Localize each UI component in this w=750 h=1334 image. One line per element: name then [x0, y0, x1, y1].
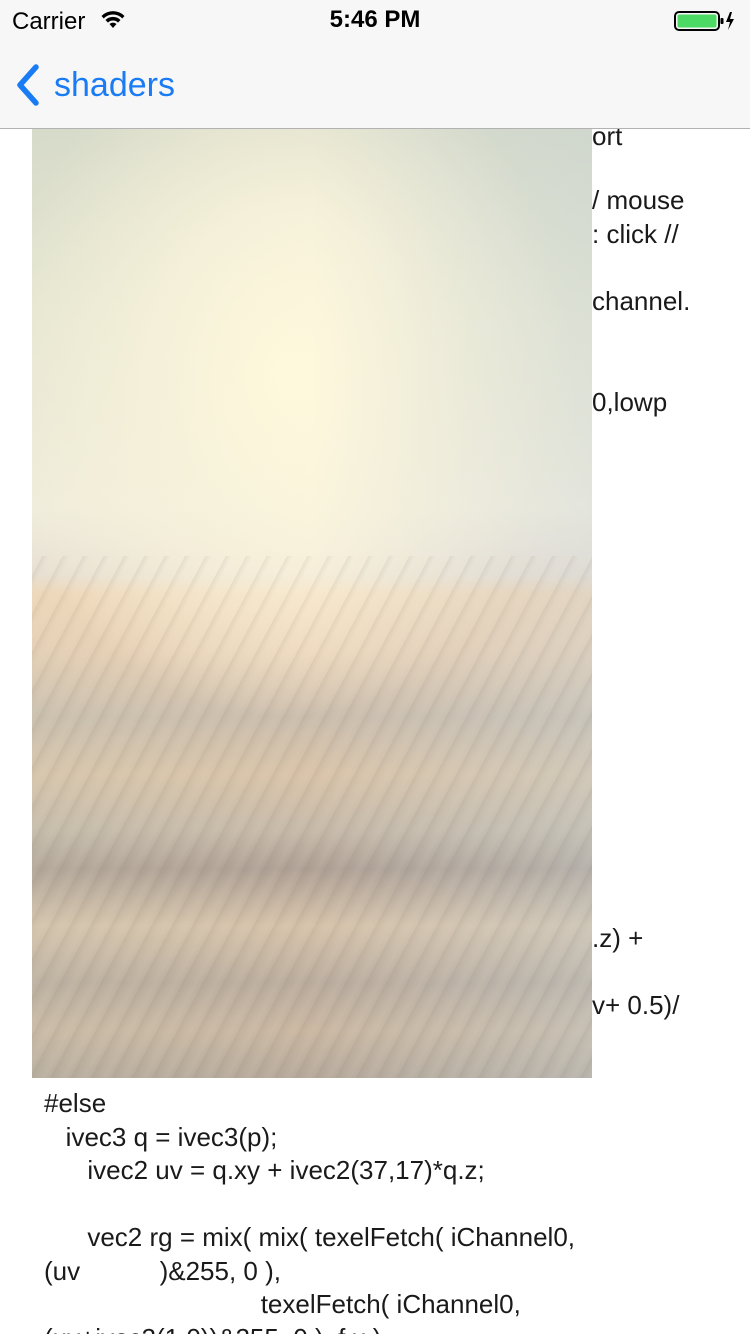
- code-fragment: 0,lowp: [592, 387, 668, 417]
- code-line: (uv+ivec2(1,0))&255, 0 ), f.x ),: [44, 1322, 389, 1334]
- screen: Carrier 5:46 PM shaders ort / mouse : cl…: [0, 0, 750, 1334]
- back-button-label: shaders: [54, 65, 175, 104]
- code-fragment: ort: [592, 128, 623, 151]
- code-line: texelFetch( iChannel0,: [44, 1289, 521, 1319]
- code-line: ivec3 q = ivec3(p);: [44, 1122, 278, 1152]
- chevron-left-icon: [17, 64, 39, 106]
- code-fragment: : click //: [592, 219, 679, 249]
- shader-preview[interactable]: [32, 128, 592, 1078]
- code-fragment: channel.: [592, 286, 691, 316]
- code-line: vec2 rg = mix( mix( texelFetch( iChannel…: [44, 1222, 576, 1252]
- navigation-bar: shaders: [0, 40, 750, 129]
- battery-charging-icon: [674, 11, 734, 31]
- code-line: #else: [44, 1088, 107, 1118]
- code-fragment: .z) +: [592, 923, 644, 953]
- code-line: ivec2 uv = q.xy + ivec2(37,17)*q.z;: [44, 1155, 485, 1185]
- back-button[interactable]: shaders: [14, 60, 175, 110]
- code-line: (uv )&255, 0 ),: [44, 1256, 281, 1286]
- shader-preview-streaks: [32, 555, 592, 1078]
- status-bar: Carrier 5:46 PM: [0, 0, 750, 40]
- code-fragment: v+ 0.5)/: [592, 990, 680, 1020]
- code-fragment: / mouse: [592, 185, 685, 215]
- status-time: 5:46 PM: [329, 6, 421, 33]
